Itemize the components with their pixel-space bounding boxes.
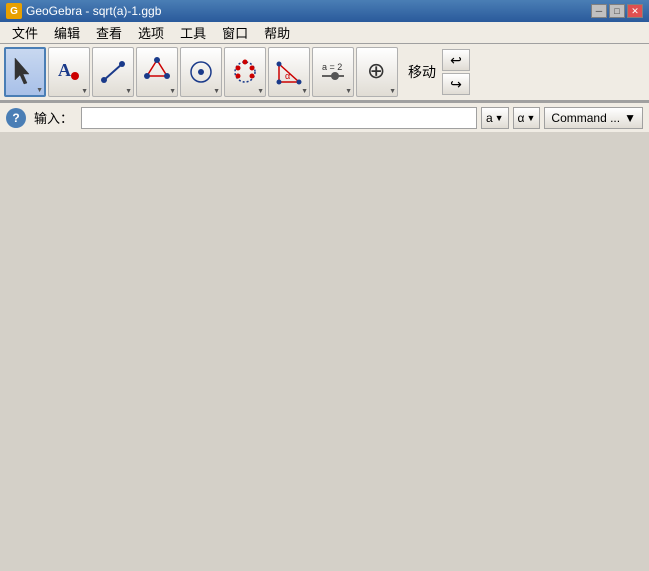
select-icon [11, 56, 39, 88]
svg-text:A: A [58, 60, 71, 80]
menu-edit[interactable]: 编辑 [46, 21, 88, 44]
alpha-dropdown-arrow: ▼ [526, 113, 535, 123]
close-button[interactable]: ✕ [627, 4, 643, 18]
tool-arrow: ▼ [125, 88, 132, 95]
tool-arrow: ▼ [81, 88, 88, 95]
statusbar: ? 输入： a ▼ α ▼ Command ... ▼ [0, 102, 649, 132]
menu-window[interactable]: 窗口 [214, 21, 256, 44]
menu-options[interactable]: 选项 [130, 21, 172, 44]
tool-arrow: ▼ [301, 88, 308, 95]
tool-circle[interactable]: ▼ [180, 47, 222, 97]
tool-arrow: ▼ [169, 88, 176, 95]
circle-icon [187, 56, 215, 88]
menubar: 文件 编辑 查看 选项 工具 窗口 帮助 [0, 22, 649, 44]
input-label: 输入： [34, 108, 73, 127]
tool-arrow: ▼ [389, 88, 396, 95]
window-title: GeoGebra - sqrt(a)-1.ggb [26, 4, 591, 18]
titlebar: G GeoGebra - sqrt(a)-1.ggb ─ □ ✕ [0, 0, 649, 22]
conic-icon [231, 56, 259, 88]
command-label: Command ... [551, 111, 620, 125]
help-button[interactable]: ? [6, 108, 26, 128]
app-icon: G [6, 3, 22, 19]
svg-text:a = 2: a = 2 [322, 62, 342, 72]
tool-line[interactable]: ▼ [92, 47, 134, 97]
svg-text:⊕: ⊕ [367, 58, 385, 83]
minimize-button[interactable]: ─ [591, 4, 607, 18]
window-controls[interactable]: ─ □ ✕ [591, 4, 643, 18]
menu-help[interactable]: 帮助 [256, 21, 298, 44]
line-icon [99, 56, 127, 88]
tool-arrow: ▼ [345, 88, 352, 95]
input-field[interactable] [81, 107, 477, 129]
tool-polygon[interactable]: ▼ [136, 47, 178, 97]
power-dropdown[interactable]: a ▼ [481, 107, 509, 129]
tool-point[interactable]: A ▼ [48, 47, 90, 97]
undo-redo-group: ↩ ↪ [442, 49, 470, 95]
power-dropdown-arrow: ▼ [495, 113, 504, 123]
angle-icon: α [275, 56, 303, 88]
menu-file[interactable]: 文件 [4, 21, 46, 44]
tool-arrow: ▼ [257, 88, 264, 95]
menu-view[interactable]: 查看 [88, 21, 130, 44]
slider-icon: a = 2 [319, 56, 347, 88]
tool-slider[interactable]: a = 2 ▼ [312, 47, 354, 97]
tool-select[interactable]: ▼ [4, 47, 46, 97]
toolbar: ▼ A ▼ ▼ ▼ ▼ [0, 44, 649, 102]
maximize-button[interactable]: □ [609, 4, 625, 18]
redo-button[interactable]: ↪ [442, 73, 470, 95]
tool-arrow: ▼ [213, 88, 220, 95]
alpha-label: α [518, 111, 525, 125]
tool-arrow: ▼ [36, 87, 43, 94]
alpha-dropdown[interactable]: α ▼ [513, 107, 541, 129]
polygon-icon [143, 56, 171, 88]
tool-move[interactable]: ⊕ ▼ [356, 47, 398, 97]
command-dropdown-arrow: ▼ [624, 111, 636, 125]
undo-button[interactable]: ↩ [442, 49, 470, 71]
point-icon: A [55, 56, 83, 88]
tool-angle[interactable]: α ▼ [268, 47, 310, 97]
command-dropdown[interactable]: Command ... ▼ [544, 107, 643, 129]
toolbar-tool-label: 移动 [408, 62, 436, 82]
menu-tools[interactable]: 工具 [172, 21, 214, 44]
move-icon: ⊕ [363, 56, 391, 88]
tool-conic[interactable]: ▼ [224, 47, 266, 97]
power-label: a [486, 111, 493, 125]
svg-text:α: α [285, 71, 290, 81]
